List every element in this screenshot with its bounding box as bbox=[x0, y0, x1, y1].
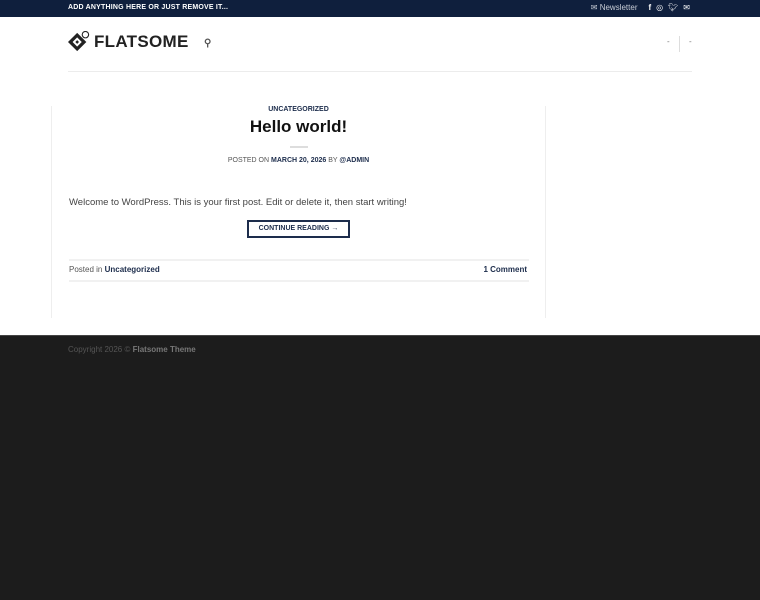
post-article: UNCATEGORIZED Hello world! POSTED ON MAR… bbox=[51, 106, 546, 318]
posted-in-label: Posted in bbox=[69, 265, 103, 274]
envelope-icon: ✉ bbox=[590, 3, 598, 12]
post-category[interactable]: UNCATEGORIZED bbox=[52, 106, 545, 113]
post-date-link[interactable]: MARCH 20, 2026 bbox=[271, 157, 326, 164]
logo-icon bbox=[68, 31, 90, 52]
post-footer-divider bbox=[69, 259, 529, 261]
by-label: BY bbox=[328, 157, 338, 164]
search-icon[interactable]: ⚲ bbox=[204, 38, 211, 49]
post-meta: POSTED ON MARCH 20, 2026 BY @ADMIN bbox=[52, 157, 545, 164]
author-link[interactable]: @ADMIN bbox=[339, 157, 369, 164]
email-icon[interactable]: ✉ bbox=[683, 3, 690, 12]
header: FLATSOME ⚲ - - bbox=[0, 17, 760, 72]
title-divider bbox=[290, 146, 308, 148]
post-footer-divider bbox=[69, 280, 529, 282]
logo-text: FLATSOME bbox=[94, 32, 189, 51]
nav-item[interactable]: - bbox=[667, 37, 670, 46]
instagram-icon[interactable]: ◎ bbox=[656, 3, 663, 12]
top-bar-message: ADD ANYTHING HERE OR JUST REMOVE IT... bbox=[68, 4, 229, 11]
posted-in: Posted in Uncategorized bbox=[69, 265, 160, 274]
newsletter-link[interactable]: ✉ Newsletter bbox=[591, 3, 638, 12]
newsletter-label: Newsletter bbox=[599, 3, 638, 12]
post-excerpt: Welcome to WordPress. This is your first… bbox=[69, 197, 407, 208]
comments-link[interactable]: 1 Comment bbox=[483, 265, 527, 274]
copyright: Copyright 2026 © Flatsome Theme bbox=[68, 345, 196, 354]
logo[interactable]: FLATSOME bbox=[68, 31, 189, 53]
nav-divider bbox=[679, 36, 680, 52]
continue-reading-button[interactable]: CONTINUE READING → bbox=[247, 220, 350, 238]
nav-item[interactable]: - bbox=[689, 37, 692, 46]
header-divider bbox=[68, 71, 692, 72]
copyright-text: Copyright 2026 © bbox=[68, 345, 131, 354]
theme-link[interactable]: Flatsome Theme bbox=[133, 345, 196, 354]
footer: Copyright 2026 © Flatsome Theme bbox=[0, 335, 760, 600]
post-title[interactable]: Hello world! bbox=[52, 117, 545, 137]
posted-on-label: POSTED ON bbox=[227, 157, 270, 164]
twitter-icon[interactable]: 🐦︎ bbox=[668, 3, 678, 12]
top-bar: ADD ANYTHING HERE OR JUST REMOVE IT... ✉… bbox=[0, 0, 760, 17]
posted-in-category-link[interactable]: Uncategorized bbox=[105, 265, 160, 274]
facebook-icon[interactable]: f bbox=[648, 3, 651, 12]
